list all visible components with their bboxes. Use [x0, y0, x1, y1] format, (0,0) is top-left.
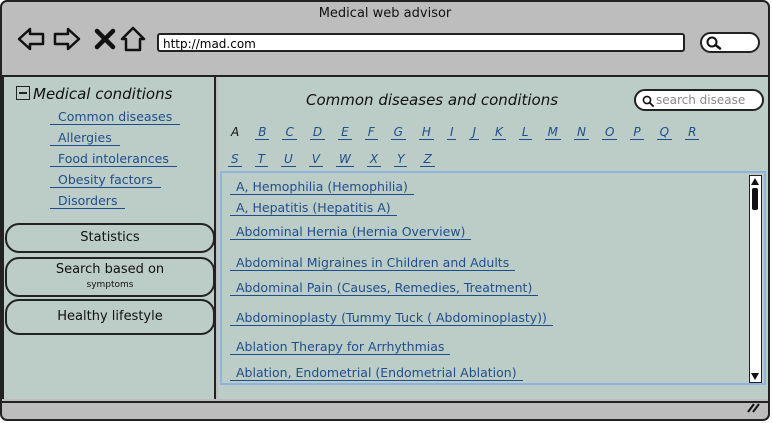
list-item[interactable]: Ablation Therapy for Arrhythmias: [230, 339, 451, 355]
letter-f[interactable]: F: [364, 125, 378, 140]
symptom-search-button[interactable]: Search based on symptoms: [5, 257, 215, 297]
url-field[interactable]: http://mad.com: [157, 33, 685, 52]
letter-i[interactable]: I: [446, 125, 457, 140]
letter-t[interactable]: T: [254, 152, 268, 167]
sidebar-link-obesity-factors[interactable]: Obesity factors: [50, 172, 161, 188]
search-icon: [706, 36, 722, 50]
close-icon[interactable]: [90, 24, 120, 54]
sidebar-heading[interactable]: Medical conditions: [16, 85, 172, 103]
list-item[interactable]: Ablation, Endometrial (Endometrial Ablat…: [230, 365, 523, 381]
back-arrow-icon[interactable]: [16, 24, 46, 54]
main-panel: Common diseases and conditions search di…: [218, 77, 768, 399]
sidebar: Medical conditions Common diseases Aller…: [2, 77, 216, 399]
list-item[interactable]: A, Hemophilia (Hemophilia): [230, 179, 414, 195]
sidebar-link-disorders[interactable]: Disorders: [50, 193, 126, 209]
letter-d[interactable]: D: [309, 125, 326, 140]
browser-window: Medical web advisor http://mad.com Medic…: [0, 0, 770, 421]
scroll-down-icon[interactable]: [751, 373, 759, 380]
letter-a[interactable]: A: [228, 125, 242, 139]
statistics-button[interactable]: Statistics: [5, 223, 215, 253]
browser-search-field[interactable]: [700, 32, 760, 53]
home-icon[interactable]: [118, 24, 148, 54]
list-item[interactable]: Abdominal Migraines in Children and Adul…: [230, 255, 516, 271]
scroll-thumb[interactable]: [752, 188, 758, 210]
page-content: Medical conditions Common diseases Aller…: [2, 75, 768, 403]
list-item[interactable]: Abdominal Hernia (Hernia Overview): [230, 224, 472, 240]
list-item[interactable]: Abdominal Pain (Causes, Remedies, Treatm…: [230, 280, 539, 296]
letter-v[interactable]: V: [308, 152, 323, 167]
scrollbar[interactable]: [749, 175, 762, 383]
forward-arrow-icon[interactable]: [52, 24, 82, 54]
letter-r[interactable]: R: [685, 125, 700, 140]
letter-w[interactable]: W: [335, 152, 354, 167]
letter-g[interactable]: G: [390, 125, 406, 140]
letter-x[interactable]: X: [366, 152, 382, 167]
letter-j[interactable]: J: [469, 125, 480, 140]
letter-o[interactable]: O: [601, 125, 618, 140]
letter-c[interactable]: C: [282, 125, 297, 140]
sidebar-link-food-intolerances[interactable]: Food intolerances: [50, 151, 177, 167]
letter-n[interactable]: N: [573, 125, 589, 140]
collapse-icon[interactable]: [16, 86, 30, 100]
symptom-search-sublabel: symptoms: [86, 280, 134, 290]
letter-y[interactable]: Y: [394, 152, 408, 167]
letter-h[interactable]: H: [418, 125, 434, 140]
list-item[interactable]: Abdominoplasty (Tummy Tuck ( Abdominopla…: [230, 310, 553, 326]
window-title: Medical web advisor: [318, 6, 452, 21]
symptom-search-label: Search based on: [55, 262, 165, 277]
disease-search-input[interactable]: search disease: [634, 89, 764, 111]
page-title: Common diseases and conditions: [306, 91, 559, 109]
scroll-up-icon[interactable]: [751, 178, 759, 185]
letter-l[interactable]: L: [518, 125, 532, 140]
letter-k[interactable]: K: [492, 125, 506, 140]
letter-index-row-1: ABCDEFGHIJKLMNOPQR: [228, 125, 712, 140]
letter-q[interactable]: Q: [656, 125, 673, 140]
sidebar-link-allergies[interactable]: Allergies: [50, 130, 120, 146]
letter-index-row-2: STUVWXYZ: [228, 152, 448, 167]
letter-e[interactable]: E: [338, 125, 352, 140]
search-icon: [642, 95, 654, 107]
letter-b[interactable]: B: [255, 125, 270, 140]
healthy-lifestyle-button[interactable]: Healthy lifestyle: [5, 299, 215, 335]
resize-grip-icon[interactable]: [746, 401, 760, 413]
letter-m[interactable]: M: [544, 125, 561, 140]
letter-p[interactable]: P: [630, 125, 644, 140]
letter-u[interactable]: U: [280, 152, 296, 167]
sidebar-link-common-diseases[interactable]: Common diseases: [50, 109, 181, 125]
disease-list: A, Hemophilia (Hemophilia) A, Hepatitis …: [220, 171, 766, 385]
letter-z[interactable]: Z: [420, 152, 435, 167]
sidebar-heading-label: Medical conditions: [33, 85, 173, 103]
letter-s[interactable]: S: [228, 152, 242, 167]
disease-search-placeholder: search disease: [656, 93, 746, 107]
list-item[interactable]: A, Hepatitis (Hepatitis A): [230, 200, 397, 216]
